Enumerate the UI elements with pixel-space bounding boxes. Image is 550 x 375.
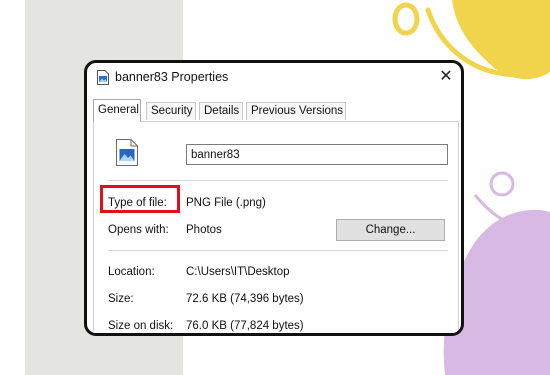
title-bar[interactable]: banner83 Properties ✕ — [87, 63, 461, 93]
image-file-icon — [97, 70, 109, 85]
general-panel: Type of file: PNG File (.png) Opens with… — [93, 121, 459, 333]
yellow-blob — [452, 0, 550, 80]
size-label: Size: — [108, 293, 134, 305]
highlight-box — [100, 185, 180, 213]
location-label: Location: — [108, 266, 155, 278]
change-button[interactable]: Change... — [336, 219, 445, 241]
size-on-disk-value: 76.0 KB (77,824 bytes) — [186, 320, 304, 332]
file-name-input[interactable] — [186, 144, 448, 165]
purple-ring — [489, 171, 515, 197]
tab-details[interactable]: Details — [199, 102, 243, 120]
size-on-disk-label: Size on disk: — [108, 320, 174, 332]
opens-with-value: Photos — [186, 224, 222, 236]
type-of-file-value: PNG File (.png) — [186, 197, 266, 209]
tab-security[interactable]: Security — [146, 102, 196, 120]
yellow-ring — [392, 2, 420, 36]
separator — [108, 180, 448, 181]
image-file-icon — [116, 139, 138, 166]
size-value: 72.6 KB (74,396 bytes) — [186, 293, 304, 305]
location-value: C:\Users\IT\Desktop — [186, 266, 290, 278]
separator — [108, 250, 448, 251]
tab-general[interactable]: General — [93, 99, 141, 122]
opens-with-label: Opens with: — [108, 224, 169, 236]
tab-previous-versions[interactable]: Previous Versions — [246, 102, 346, 120]
dialog-title: banner83 Properties — [115, 70, 229, 84]
close-icon[interactable]: ✕ — [435, 66, 457, 88]
